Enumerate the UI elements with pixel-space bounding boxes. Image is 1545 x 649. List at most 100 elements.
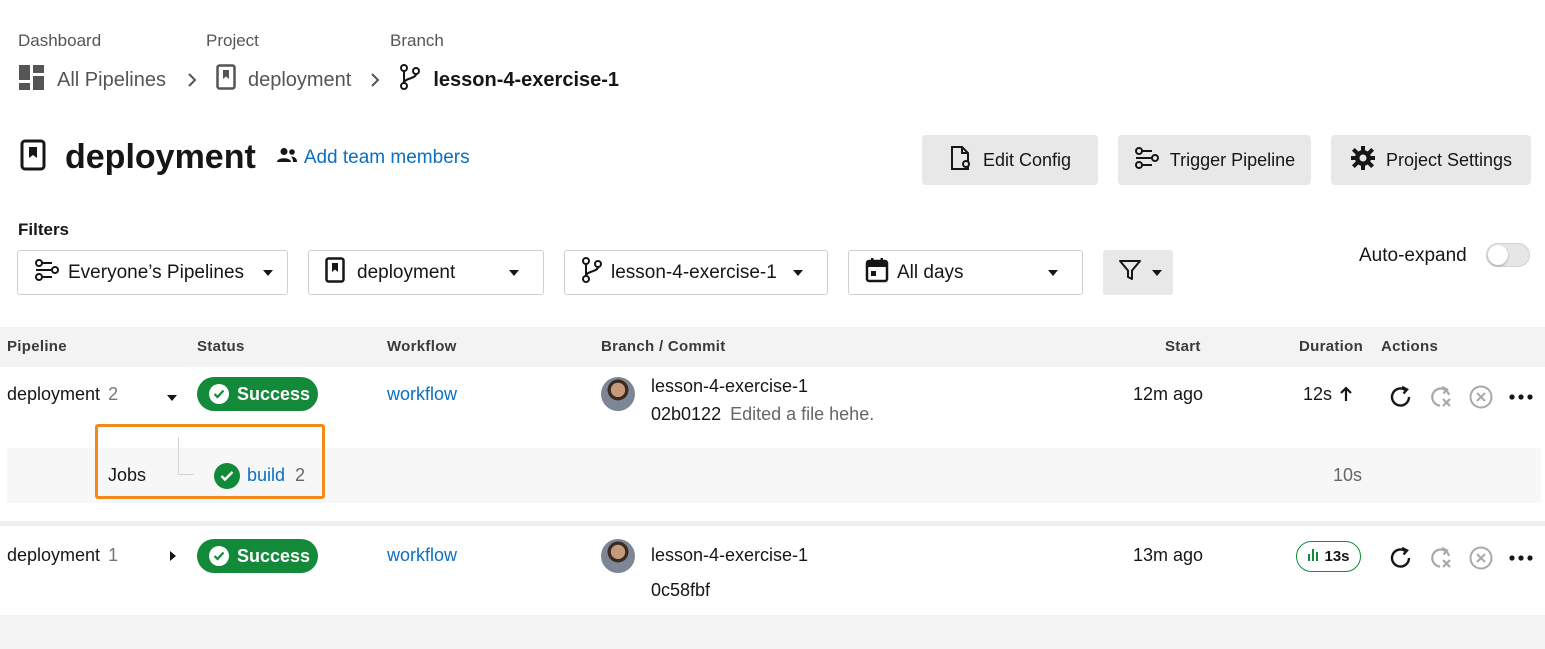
- breadcrumb-project-label: Project: [206, 31, 259, 50]
- days-filter-value: All days: [897, 261, 964, 283]
- calendar-icon: [865, 257, 889, 289]
- workflow-link[interactable]: workflow: [387, 545, 457, 566]
- pipeline-name: deployment: [7, 384, 101, 404]
- collapse-row-button[interactable]: [166, 390, 178, 408]
- trigger-pipeline-button[interactable]: Trigger Pipeline: [1118, 135, 1311, 185]
- duration: 12s: [1303, 384, 1333, 404]
- toggle-knob: [1488, 245, 1508, 265]
- filters-label: Filters: [18, 220, 70, 239]
- pipeline-number: 1: [108, 545, 119, 565]
- highlight-box: [95, 424, 325, 499]
- auto-expand-label: Auto-expand: [1359, 245, 1467, 266]
- add-team-members-link[interactable]: Add team members: [276, 147, 470, 169]
- breadcrumb-branch: lesson-4-exercise-1: [399, 64, 619, 96]
- cancel-button[interactable]: [1467, 544, 1495, 572]
- duration-insights-badge[interactable]: 13s: [1296, 541, 1361, 572]
- file-gear-icon: [949, 145, 973, 176]
- check-circle-icon: [209, 546, 229, 566]
- breadcrumb-branch-label-text: lesson-4-exercise-1: [433, 68, 620, 91]
- status-label: Success: [237, 383, 311, 404]
- start-time: 12m ago: [1133, 384, 1204, 404]
- project-icon: [216, 64, 236, 96]
- pipeline-link[interactable]: deployment 1: [7, 545, 118, 566]
- breadcrumb-all-pipelines[interactable]: All Pipelines: [18, 64, 166, 97]
- column-branch-commit: Branch / Commit: [601, 338, 726, 355]
- more-icon: [1509, 555, 1533, 561]
- commit-hash[interactable]: 0c58fbf: [651, 580, 710, 601]
- caret-right-icon: [170, 551, 176, 561]
- pipeline-name: deployment: [7, 545, 101, 565]
- cancel-icon: [1469, 385, 1493, 409]
- gear-icon: [1350, 145, 1376, 176]
- rerun-icon: [1390, 546, 1411, 568]
- commit-hash[interactable]: 02b0122: [651, 404, 721, 424]
- project-settings-label: Project Settings: [1385, 149, 1513, 170]
- pipelines-filter-dropdown[interactable]: Everyone’s Pipelines: [17, 250, 288, 295]
- caret-down-icon: [1048, 269, 1058, 276]
- edit-config-button[interactable]: Edit Config: [922, 135, 1098, 185]
- chevron-right-icon: [361, 72, 389, 88]
- pipeline-icon: [1134, 146, 1160, 175]
- rerun-failed-icon: [1431, 386, 1451, 407]
- start-time: 13m ago: [1133, 545, 1204, 565]
- caret-down-icon: [263, 269, 273, 276]
- branch-icon: [581, 256, 603, 289]
- status-label: Success: [237, 545, 311, 566]
- duration: 13s: [1324, 548, 1350, 565]
- commit-message: Edited a file hehe.: [730, 404, 875, 424]
- pipelines-filter-value: Everyone’s Pipelines: [68, 261, 245, 283]
- branch-filter-value: lesson-4-exercise-1: [611, 261, 777, 283]
- row-divider: [0, 521, 1545, 526]
- rerun-icon: [1390, 385, 1411, 407]
- project-filter-dropdown[interactable]: deployment: [308, 250, 544, 295]
- rerun-failed-button[interactable]: [1427, 383, 1455, 411]
- breadcrumb-branch-label: Branch: [390, 31, 444, 50]
- auto-expand-toggle[interactable]: [1486, 243, 1530, 267]
- column-workflow: Workflow: [387, 338, 457, 355]
- pipeline-number: 2: [108, 384, 119, 404]
- breadcrumb-all-pipelines-label: All Pipelines: [57, 68, 166, 91]
- add-team-members-label: Add team members: [303, 146, 470, 168]
- branch-filter-dropdown[interactable]: lesson-4-exercise-1: [564, 250, 828, 295]
- column-actions: Actions: [1381, 338, 1439, 355]
- more-options-button[interactable]: [1507, 383, 1535, 411]
- breadcrumb: All Pipelines deployment lesson-4-exerci…: [18, 64, 619, 97]
- breadcrumb-project-label-text: deployment: [247, 68, 352, 91]
- page-title: deployment: [65, 138, 256, 176]
- status-badge: Success: [197, 377, 318, 411]
- days-filter-dropdown[interactable]: All days: [848, 250, 1083, 295]
- cancel-button[interactable]: [1467, 383, 1495, 411]
- check-circle-icon: [209, 384, 229, 404]
- rerun-failed-button[interactable]: [1427, 544, 1455, 572]
- page-header: deployment Add team members: [18, 138, 470, 177]
- branch-link[interactable]: lesson-4-exercise-1: [651, 545, 808, 566]
- pipeline-link[interactable]: deployment 2: [7, 384, 118, 405]
- table-footer-strip: [0, 615, 1545, 649]
- rerun-button[interactable]: [1387, 383, 1415, 411]
- column-start: Start: [1165, 338, 1201, 355]
- workflow-link[interactable]: workflow: [387, 384, 457, 405]
- more-icon: [1509, 394, 1533, 400]
- expand-row-button[interactable]: [168, 549, 178, 567]
- commit-info: 02b0122 Edited a file hehe.: [651, 404, 874, 425]
- filter-icon: [1118, 258, 1142, 288]
- advanced-filter-button[interactable]: [1103, 250, 1173, 295]
- project-settings-button[interactable]: Project Settings: [1331, 135, 1531, 185]
- breadcrumb-project[interactable]: deployment: [216, 64, 351, 96]
- project-icon: [325, 256, 345, 289]
- more-options-button[interactable]: [1507, 544, 1535, 572]
- avatar: [601, 539, 635, 573]
- column-status: Status: [197, 338, 245, 355]
- status-badge: Success: [197, 539, 318, 573]
- arrow-up-icon: [1340, 386, 1352, 407]
- column-duration: Duration: [1299, 338, 1364, 355]
- project-filter-value: deployment: [357, 261, 456, 283]
- job-duration: 10s: [1333, 465, 1363, 485]
- dashboard-icon: [18, 64, 45, 97]
- project-icon: [18, 138, 48, 177]
- table-header: Pipeline Status Workflow Branch / Commit…: [0, 327, 1545, 367]
- edit-config-label: Edit Config: [982, 149, 1072, 170]
- branch-link[interactable]: lesson-4-exercise-1: [651, 376, 808, 397]
- rerun-button[interactable]: [1387, 544, 1415, 572]
- bar-chart-icon: [1307, 548, 1319, 565]
